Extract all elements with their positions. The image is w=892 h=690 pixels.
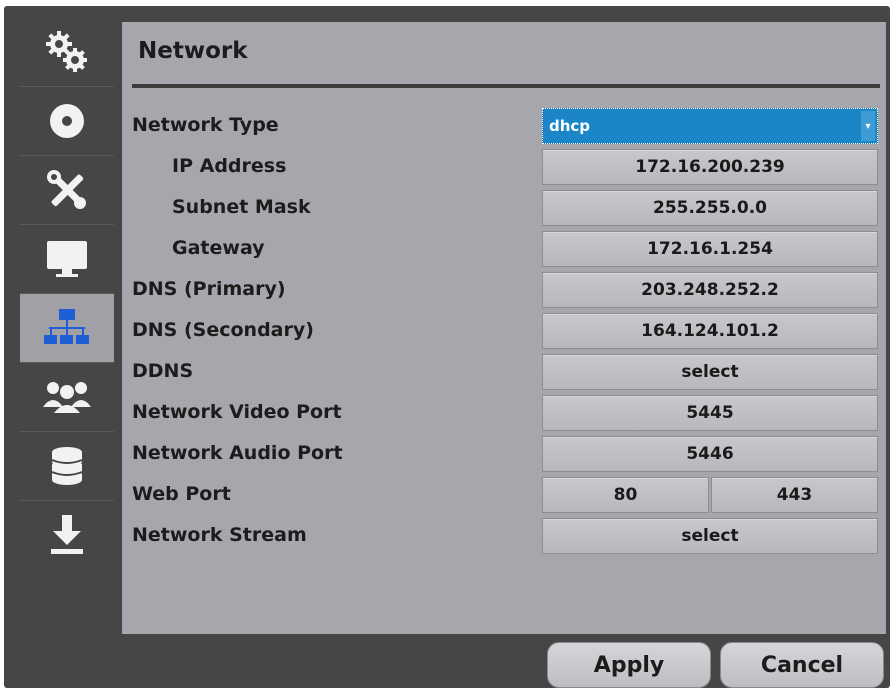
apply-button[interactable]: Apply <box>547 642 711 688</box>
gateway-label: Gateway <box>172 237 265 259</box>
audio-port-label: Network Audio Port <box>132 442 343 464</box>
network-type-select[interactable]: dhcp ▾ <box>542 108 878 144</box>
ip-address-label: IP Address <box>172 155 287 177</box>
users-icon <box>42 377 92 417</box>
web-port-https-field[interactable]: 443 <box>711 477 878 513</box>
network-settings-panel: Network Network Type dhcp ▾ IP Address 1… <box>122 22 886 634</box>
network-stream-label: Network Stream <box>132 524 307 546</box>
dns-primary-field[interactable]: 203.248.252.2 <box>542 272 878 308</box>
gears-icon <box>44 29 90 75</box>
sidebar-item-tools[interactable] <box>20 156 114 225</box>
video-port-label: Network Video Port <box>132 401 342 423</box>
tools-icon <box>45 168 89 212</box>
sidebar-item-network[interactable] <box>20 294 114 363</box>
subnet-mask-label: Subnet Mask <box>172 196 311 218</box>
cancel-button[interactable]: Cancel <box>720 642 884 688</box>
video-port-field[interactable]: 5445 <box>542 395 878 431</box>
ip-address-field[interactable]: 172.16.200.239 <box>542 149 878 185</box>
monitor-icon <box>44 238 90 280</box>
dns-secondary-label: DNS (Secondary) <box>132 319 314 341</box>
ddns-select-button[interactable]: select <box>542 354 878 390</box>
dropdown-arrow-icon[interactable]: ▾ <box>861 111 875 141</box>
disc-icon <box>47 101 87 141</box>
sidebar <box>20 18 114 586</box>
web-port-label: Web Port <box>132 483 231 505</box>
network-icon <box>43 307 91 349</box>
title-divider <box>132 84 880 88</box>
dns-secondary-field[interactable]: 164.124.101.2 <box>542 313 878 349</box>
settings-window: Network Network Type dhcp ▾ IP Address 1… <box>4 6 890 688</box>
network-type-value: dhcp <box>549 117 591 135</box>
database-icon <box>47 444 87 488</box>
gateway-field[interactable]: 172.16.1.254 <box>542 231 878 267</box>
sidebar-item-storage[interactable] <box>20 432 114 501</box>
audio-port-field[interactable]: 5446 <box>542 436 878 472</box>
sidebar-item-update[interactable] <box>20 501 114 569</box>
download-icon <box>47 513 87 557</box>
sidebar-item-system[interactable] <box>20 18 114 87</box>
network-type-label: Network Type <box>132 114 279 136</box>
sidebar-item-record[interactable] <box>20 87 114 156</box>
page-title: Network <box>138 38 248 64</box>
network-stream-select-button[interactable]: select <box>542 518 878 554</box>
sidebar-item-display[interactable] <box>20 225 114 294</box>
sidebar-item-users[interactable] <box>20 363 114 432</box>
dns-primary-label: DNS (Primary) <box>132 278 286 300</box>
subnet-mask-field[interactable]: 255.255.0.0 <box>542 190 878 226</box>
web-port-http-field[interactable]: 80 <box>542 477 709 513</box>
ddns-label: DDNS <box>132 360 194 382</box>
